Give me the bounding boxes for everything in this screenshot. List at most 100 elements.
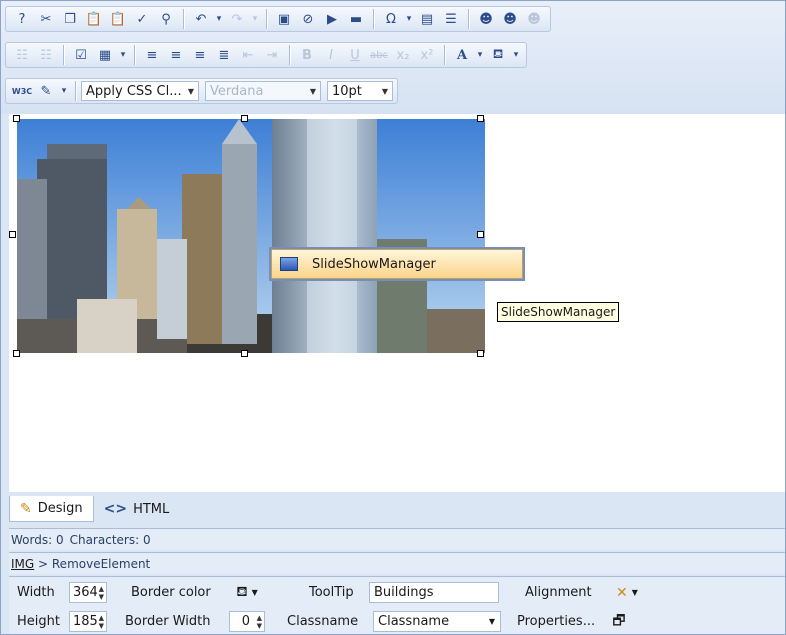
- resize-handle[interactable]: [477, 350, 484, 357]
- border-color-picker[interactable]: ⛾ ▼: [227, 582, 267, 603]
- image-properties-panel: Width 364 ▲ ▼ Height 185 ▲ ▼ Border color …: [9, 576, 785, 634]
- user-icon[interactable]: ☻: [476, 9, 496, 29]
- spinner-icon[interactable]: ▲ ▼: [99, 585, 104, 601]
- border-width-input[interactable]: 0 ▲ ▼: [229, 611, 265, 632]
- toolbar-strip: W3C ✎ ▾ Apply CSS Cl... ▼ Verdana ▼ 10pt…: [5, 78, 398, 104]
- separator: [63, 45, 64, 65]
- width-input[interactable]: 364 ▲ ▼: [69, 582, 107, 603]
- undo-dropdown-icon[interactable]: ▾: [213, 9, 225, 29]
- font-name-value: Verdana: [210, 83, 264, 99]
- insert-box-icon[interactable]: ▬: [346, 9, 366, 29]
- path-rest: > RemoveElement: [34, 556, 151, 571]
- resize-handle[interactable]: [241, 350, 248, 357]
- tab-html[interactable]: <> HTML: [94, 496, 180, 522]
- table-icon[interactable]: ▦: [95, 45, 115, 65]
- css-class-select[interactable]: Apply CSS Cl... ▼: [81, 81, 199, 101]
- table-dropdown-icon[interactable]: ▾: [117, 45, 129, 65]
- separator: [373, 9, 374, 29]
- copy-icon[interactable]: ❐: [60, 9, 80, 29]
- resize-handle[interactable]: [13, 350, 20, 357]
- highlight-dropdown-icon[interactable]: ▾: [510, 45, 522, 65]
- superscript-icon[interactable]: x²: [417, 45, 437, 65]
- width-value: 364: [73, 585, 98, 600]
- tooltip: SlideShowManager: [497, 302, 620, 322]
- editor-window: ? ✂ ❐ 📋 📋 ✓ ⚲ ↶ ▾ ↷ ▾ ▣ ⊘ ▶ ▬ Ω ▾ ▤ ☰ ☻ …: [0, 0, 786, 635]
- spinner-icon[interactable]: ▲ ▼: [257, 614, 262, 630]
- properties-button[interactable]: 🗗: [607, 611, 631, 632]
- path-tag-link[interactable]: IMG: [11, 557, 34, 571]
- users-icon[interactable]: ☻: [500, 9, 520, 29]
- toolbar-row-2: ☷ ☷ ☑ ▦ ▾ ≡ ≡ ≡ ≣ ⇤ ⇥ B I U abc x₂ x² A …: [5, 40, 527, 70]
- image-icon[interactable]: ▣: [274, 9, 294, 29]
- separator: [289, 45, 290, 65]
- alignment-picker[interactable]: ✕ ▼: [607, 582, 647, 603]
- redo-dropdown-icon[interactable]: ▾: [249, 9, 261, 29]
- strikethrough-icon[interactable]: abc: [369, 45, 389, 65]
- font-name-select[interactable]: Verdana ▼: [205, 81, 321, 101]
- align-right-icon[interactable]: ≡: [190, 45, 210, 65]
- help-icon[interactable]: ?: [12, 9, 32, 29]
- outdent-icon[interactable]: ⇤: [238, 45, 258, 65]
- unordered-list-icon[interactable]: ☷: [36, 45, 56, 65]
- ordered-list-icon[interactable]: ☷: [12, 45, 32, 65]
- cut-icon[interactable]: ✂: [36, 9, 56, 29]
- select-all-icon[interactable]: ☑: [71, 45, 91, 65]
- media-icon[interactable]: ▶: [322, 9, 342, 29]
- window-icon: [280, 257, 298, 271]
- highlight-icon[interactable]: ⛾: [488, 45, 508, 65]
- font-color-dropdown-icon[interactable]: ▾: [474, 45, 486, 65]
- symbol-dropdown-icon[interactable]: ▾: [403, 9, 415, 29]
- chevron-down-icon: ▼: [488, 617, 495, 626]
- align-center-icon[interactable]: ≡: [166, 45, 186, 65]
- spinner-icon[interactable]: ▲ ▼: [99, 614, 104, 630]
- border-width-value: 0: [241, 614, 250, 629]
- height-input[interactable]: 185 ▲ ▼: [69, 611, 107, 632]
- paragraph-icon[interactable]: ☰: [441, 9, 461, 29]
- subscript-icon[interactable]: x₂: [393, 45, 413, 65]
- properties-label: Properties...: [517, 614, 596, 629]
- font-color-icon[interactable]: A: [452, 45, 472, 65]
- underline-icon[interactable]: U: [345, 45, 365, 65]
- context-menu-item-slideshowmanager[interactable]: SlideShowManager: [269, 247, 525, 281]
- format-brush-dropdown-icon[interactable]: ▾: [58, 81, 70, 101]
- font-size-value: 10pt: [332, 83, 362, 99]
- find-icon[interactable]: ⚲: [156, 9, 176, 29]
- alignment-label: Alignment: [525, 585, 592, 600]
- italic-icon[interactable]: I: [321, 45, 341, 65]
- justify-icon[interactable]: ≣: [214, 45, 234, 65]
- word-count: Words: 0: [11, 532, 64, 547]
- height-label: Height: [17, 614, 60, 629]
- tab-design[interactable]: ✎ Design: [9, 496, 94, 522]
- tab-html-label: HTML: [133, 501, 170, 517]
- spellcheck-icon[interactable]: ✓: [132, 9, 152, 29]
- editor-content-area[interactable]: SlideShowManager SlideShowManager: [9, 114, 785, 492]
- redo-icon[interactable]: ↷: [227, 9, 247, 29]
- indent-icon[interactable]: ⇥: [262, 45, 282, 65]
- classname-select[interactable]: Classname ▼: [373, 611, 501, 632]
- resize-handle[interactable]: [241, 115, 248, 122]
- format-brush-icon[interactable]: ✎: [36, 81, 56, 101]
- paste-special-icon[interactable]: 📋: [108, 9, 128, 29]
- insert-table-icon[interactable]: ▤: [417, 9, 437, 29]
- bold-icon[interactable]: B: [297, 45, 317, 65]
- flash-icon[interactable]: ⊘: [298, 9, 318, 29]
- symbol-icon[interactable]: Ω: [381, 9, 401, 29]
- chevron-down-icon: ▼: [631, 588, 638, 597]
- tooltip-input[interactable]: Buildings: [369, 582, 499, 603]
- selected-image[interactable]: [17, 119, 485, 353]
- context-menu-item-label: SlideShowManager: [312, 256, 436, 272]
- code-icon: <>: [103, 501, 128, 517]
- font-size-select[interactable]: 10pt ▼: [327, 81, 393, 101]
- resize-handle[interactable]: [13, 115, 20, 122]
- users-disabled-icon[interactable]: ☻: [524, 9, 544, 29]
- paste-icon[interactable]: 📋: [84, 9, 104, 29]
- resize-handle[interactable]: [477, 115, 484, 122]
- w3c-validate-icon[interactable]: W3C: [12, 81, 32, 101]
- separator: [183, 9, 184, 29]
- resize-handle[interactable]: [9, 231, 16, 238]
- character-count: Characters: 0: [69, 532, 151, 547]
- undo-icon[interactable]: ↶: [191, 9, 211, 29]
- border-width-label: Border Width: [125, 614, 211, 629]
- resize-handle[interactable]: [477, 231, 484, 238]
- align-left-icon[interactable]: ≡: [142, 45, 162, 65]
